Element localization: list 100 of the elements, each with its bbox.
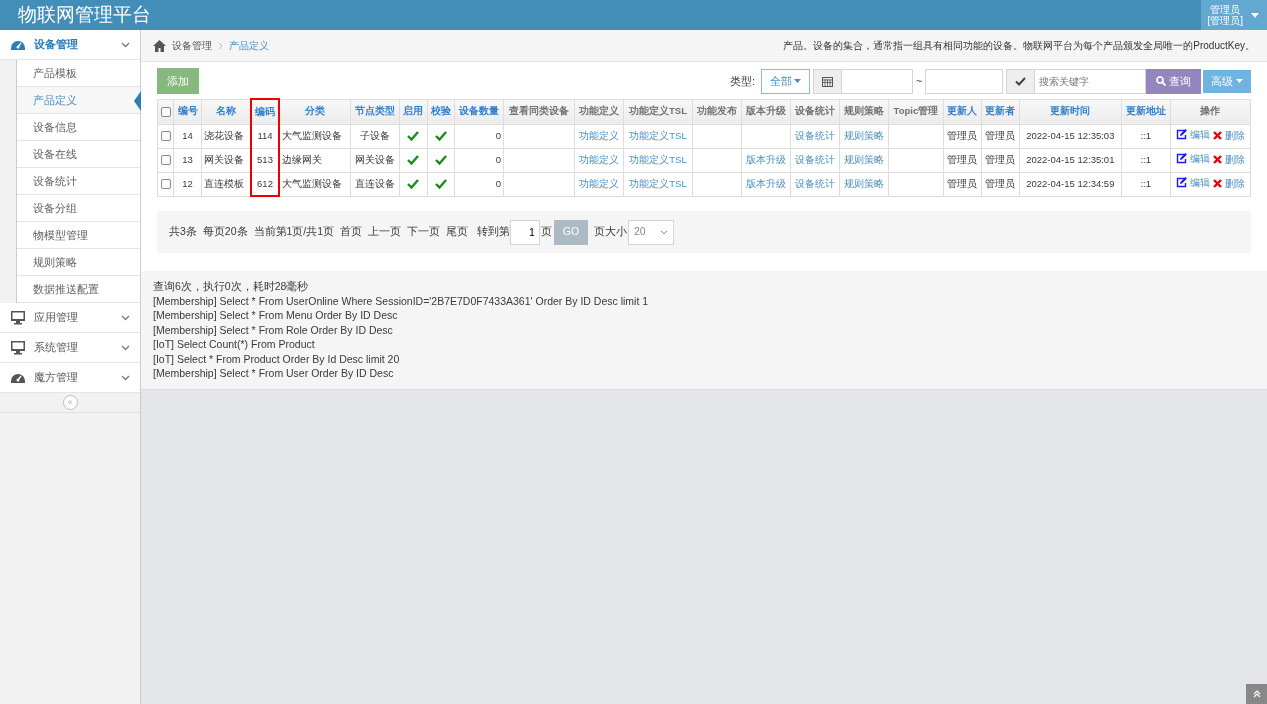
log-line: [Membership] Select * From User Order By ID Desc [153, 366, 395, 381]
menu-item[interactable]: 产品定义 [17, 87, 140, 114]
table-cell: 0 [454, 172, 504, 196]
row-checkbox[interactable] [160, 131, 171, 142]
column-header: 更新人 [943, 99, 982, 124]
column-header: 设备数量 [454, 99, 504, 124]
breadcrumb-link[interactable]: 设备管理 [172, 38, 212, 53]
column-header: 分类 [279, 99, 351, 124]
log-line: [Membership] Select * From UserOnline Where SessionID='2B7E7D0F7433A361' Order By ID Desc limit 1 [153, 293, 650, 308]
pager-link[interactable]: 上一页 [368, 224, 402, 240]
column-header: 更新时间 [1019, 99, 1122, 124]
chevron-down-icon [121, 344, 130, 351]
user-menu-button[interactable]: 管理员 [管理员] [1201, 0, 1267, 30]
date-field[interactable] [813, 68, 914, 94]
log-line: [IoT] Select * From Product Order By Id Desc limit 20 [153, 351, 401, 366]
delete-link[interactable]: 删除 [1212, 128, 1245, 143]
date-field[interactable] [925, 68, 1003, 94]
menu-group[interactable]: 魔方管理 [0, 363, 140, 393]
table-cell: 大气监测设备 [279, 172, 351, 196]
row-checkbox[interactable] [160, 179, 171, 190]
delete-link[interactable]: 删除 [1212, 152, 1245, 167]
pager-link[interactable]: 尾页 [446, 224, 469, 240]
table-cell: ::1 [1121, 124, 1171, 148]
chevron-down-icon [121, 374, 130, 381]
chevron-down-icon [121, 314, 130, 321]
collapse-button[interactable]: « [62, 395, 78, 410]
caret-icon [1251, 12, 1259, 18]
edit-icon [1176, 129, 1188, 141]
edit-icon [1176, 177, 1188, 189]
search-field[interactable]: 搜索关键字 [1033, 68, 1146, 94]
log-line: 查询6次，执行0次，耗时28毫秒 [153, 279, 310, 294]
table-cell: 管理员 [981, 124, 1020, 148]
column-header: 设备统计 [790, 99, 840, 124]
page-size-dropdown[interactable]: 20 [627, 219, 674, 245]
pager-info: 当前第1页/共1页 [253, 224, 335, 240]
table-cell: 大气监测设备 [279, 124, 351, 148]
check-icon [1014, 76, 1026, 86]
chevron-up-icon [1252, 690, 1261, 698]
edit-link[interactable]: 编辑 [1176, 175, 1211, 190]
close-icon [1212, 155, 1222, 165]
go-button[interactable]: GO [553, 219, 588, 245]
close-icon [1212, 131, 1222, 141]
search-button[interactable]: 查询 [1145, 68, 1201, 94]
table-cell: 513 [250, 148, 280, 172]
caret-icon [794, 79, 802, 83]
table-cell: 0 [454, 124, 504, 148]
edit-icon [1176, 153, 1188, 165]
delete-link[interactable]: 删除 [1212, 176, 1245, 191]
table-cell: 管理员 [943, 148, 982, 172]
type-label: 类型: [730, 73, 756, 89]
pager-link[interactable]: 首页 [340, 224, 363, 240]
edit-link[interactable]: 编辑 [1176, 151, 1211, 166]
menu-group[interactable]: 系统管理 [0, 333, 140, 363]
advanced-button[interactable]: 高级 [1203, 69, 1251, 93]
table-cell: 14 [173, 124, 202, 148]
table-cell: 2022-04-15 12:34:59 [1019, 172, 1122, 196]
calendar-icon [822, 75, 834, 87]
pager-info: 共3条 [169, 224, 197, 240]
scroll-top-button[interactable] [1246, 684, 1267, 704]
column-header: 启用 [399, 99, 428, 124]
table-cell: 边缘网关 [279, 148, 351, 172]
table-cell: 管理员 [943, 124, 982, 148]
table-cell: 2022-04-15 12:35:01 [1019, 148, 1122, 172]
user-name: 管理员 [1209, 4, 1242, 15]
date-separator: ~ [915, 73, 923, 89]
caret-icon [1236, 79, 1243, 83]
row-checkbox[interactable] [160, 155, 171, 166]
column-header: 校验 [427, 99, 455, 124]
pager-link[interactable]: 下一页 [407, 224, 441, 240]
type-dropdown[interactable]: 全部 [760, 68, 811, 94]
column-header: 规则策略 [839, 99, 889, 124]
desktop-icon [10, 340, 26, 355]
log-line: [Membership] Select * From Menu Order By ID Desc [153, 308, 399, 323]
menu-group[interactable]: 应用管理 [0, 303, 140, 333]
edit-link[interactable]: 编辑 [1176, 127, 1211, 142]
page-input[interactable]: 1 [509, 219, 540, 245]
chevron-down-icon [659, 229, 668, 235]
chevron-right-icon [218, 41, 223, 50]
column-header: 功能定义 [574, 99, 624, 124]
select-all-checkbox[interactable] [160, 106, 171, 117]
table-cell: 子设备 [350, 124, 400, 148]
table-cell: ::1 [1121, 172, 1171, 196]
column-header: 更新地址 [1121, 99, 1171, 124]
menu-group[interactable]: 设备管理 [0, 30, 140, 60]
add-button[interactable]: 添加 [157, 68, 199, 94]
column-header: 功能定义TSL [623, 99, 693, 124]
table-cell: 0 [454, 148, 504, 172]
column-header: 更新者 [981, 99, 1020, 124]
search-icon [1155, 76, 1166, 86]
user-name: [管理员] [1207, 15, 1243, 26]
log-line: [Membership] Select * From Role Order By ID Desc [153, 322, 394, 337]
breadcrumb-current[interactable]: 产品定义 [229, 38, 269, 53]
column-header: 版本升级 [741, 99, 791, 124]
page-description: 产品。设备的集合，通常指一组具有相同功能的设备。物联网平台为每个产品颁发全局唯一的ProductKey。 [783, 39, 1255, 53]
pager-info: 每页20条 [202, 224, 248, 240]
column-header: 操作 [1170, 99, 1251, 124]
table-cell: 13 [173, 148, 202, 172]
desktop-icon [10, 310, 26, 325]
table-cell: 114 [250, 124, 280, 148]
table-cell: ::1 [1121, 148, 1171, 172]
